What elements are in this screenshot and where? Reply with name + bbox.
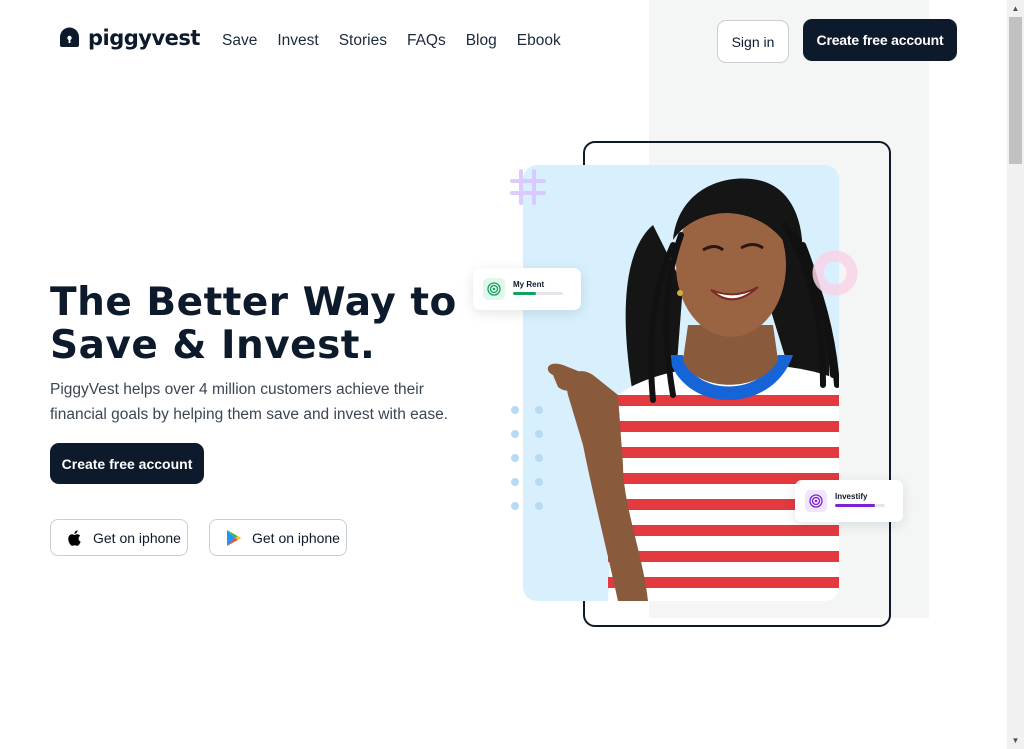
hero-photo [523, 165, 839, 601]
page-scrollbar[interactable]: ▲ ▼ [1007, 0, 1024, 749]
my-rent-label: My Rent [513, 280, 545, 289]
apple-icon [68, 529, 81, 546]
google-play-icon [227, 529, 242, 546]
dots-decoration-icon [511, 406, 543, 510]
target-icon [483, 278, 505, 300]
google-play-button[interactable]: Get on iphone [209, 519, 347, 556]
ring-decoration-icon [812, 250, 858, 296]
create-account-button-hero[interactable]: Create free account [50, 443, 204, 484]
hero-subtitle: PiggyVest helps over 4 million customers… [50, 381, 449, 423]
nav-stories[interactable]: Stories [339, 32, 387, 50]
my-rent-progress-track [513, 292, 563, 295]
piggyvest-logo[interactable]: piggyvest [57, 25, 200, 50]
nav-blog[interactable]: Blog [466, 32, 497, 50]
my-rent-card: My Rent [473, 268, 581, 310]
google-play-label: Get on iphone [252, 529, 340, 546]
investify-label: Investify [835, 492, 868, 501]
scroll-down-arrow-icon[interactable]: ▼ [1007, 732, 1024, 749]
investify-card: Investify [795, 480, 903, 522]
main-nav: Save Invest Stories FAQs Blog Ebook [222, 32, 581, 50]
piggy-lock-icon [60, 27, 79, 47]
investify-progress-track [835, 504, 885, 507]
app-store-label: Get on iphone [93, 529, 181, 546]
app-store-button[interactable]: Get on iphone [50, 519, 188, 556]
woman-illustration [547, 178, 839, 601]
hero-title-line1: The Better Way to [50, 280, 457, 325]
hero-title: The Better Way to Save & Invest. [50, 281, 470, 367]
hash-decoration-icon [510, 169, 546, 205]
hero-title-line2: Save & Invest. [50, 323, 376, 368]
brand-name: piggyvest [88, 25, 200, 50]
my-rent-progress-fill [513, 292, 536, 295]
scroll-up-arrow-icon[interactable]: ▲ [1007, 0, 1024, 17]
create-account-button-header[interactable]: Create free account [803, 19, 957, 61]
nav-ebook[interactable]: Ebook [517, 32, 561, 50]
target-icon [805, 490, 827, 512]
nav-invest[interactable]: Invest [277, 32, 318, 50]
nav-save[interactable]: Save [222, 32, 257, 50]
sign-in-button[interactable]: Sign in [717, 20, 789, 63]
nav-faqs[interactable]: FAQs [407, 32, 446, 50]
scroll-thumb[interactable] [1009, 17, 1022, 164]
investify-progress-fill [835, 504, 875, 507]
